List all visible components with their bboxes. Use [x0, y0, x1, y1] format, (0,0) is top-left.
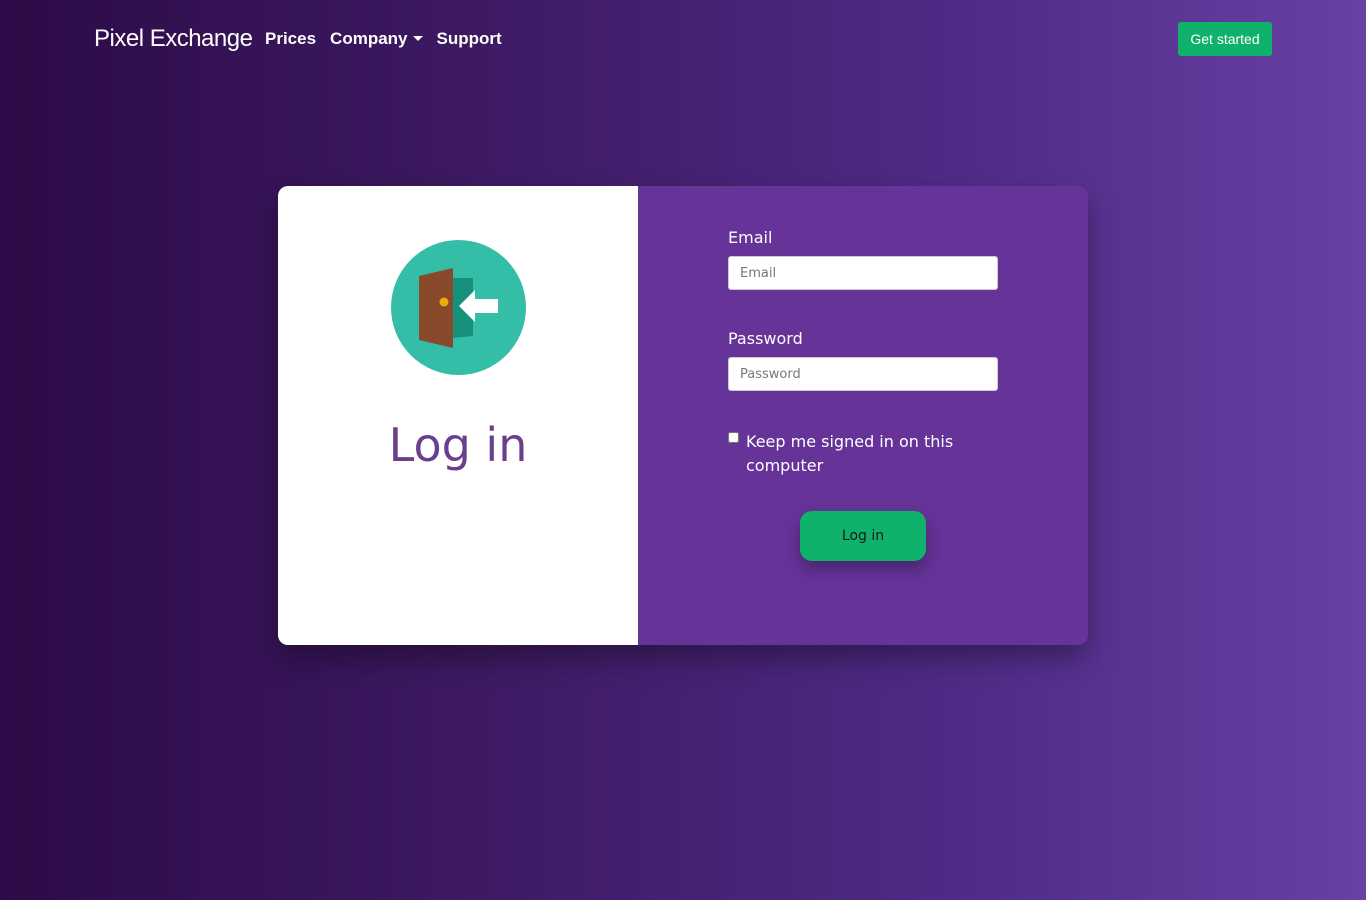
nav-link-support[interactable]: Support — [437, 29, 502, 49]
login-card: Log in Email Password Keep me signed in … — [278, 186, 1088, 645]
password-label: Password — [728, 329, 803, 348]
login-form-panel: Email Password Keep me signed in on this… — [638, 186, 1088, 645]
get-started-button[interactable]: Get started — [1178, 22, 1272, 56]
password-field[interactable] — [728, 357, 998, 391]
email-label: Email — [728, 228, 773, 247]
remember-me-checkbox[interactable] — [728, 432, 739, 443]
login-card-left-panel: Log in — [278, 186, 638, 645]
nav-link-label: Support — [436, 29, 502, 48]
nav-link-label: Company — [330, 29, 408, 48]
nav-link-prices[interactable]: Prices — [265, 29, 316, 49]
login-title: Log in — [388, 418, 528, 472]
remember-me-label: Keep me signed in on this computer — [746, 432, 954, 475]
email-field[interactable] — [728, 256, 998, 290]
nav-link-label: Prices — [265, 29, 317, 48]
brand-logo[interactable]: Pixel Exchange — [94, 25, 253, 53]
nav-links: Prices Company Support — [265, 29, 516, 49]
login-button[interactable]: Log in — [800, 511, 926, 561]
door-enter-icon — [391, 240, 526, 375]
remember-me-row: Keep me signed in on this computer — [728, 430, 988, 478]
navbar: Pixel Exchange Prices Company Support Ge… — [0, 0, 1366, 78]
nav-link-company[interactable]: Company — [330, 29, 423, 49]
chevron-down-icon — [412, 35, 423, 41]
